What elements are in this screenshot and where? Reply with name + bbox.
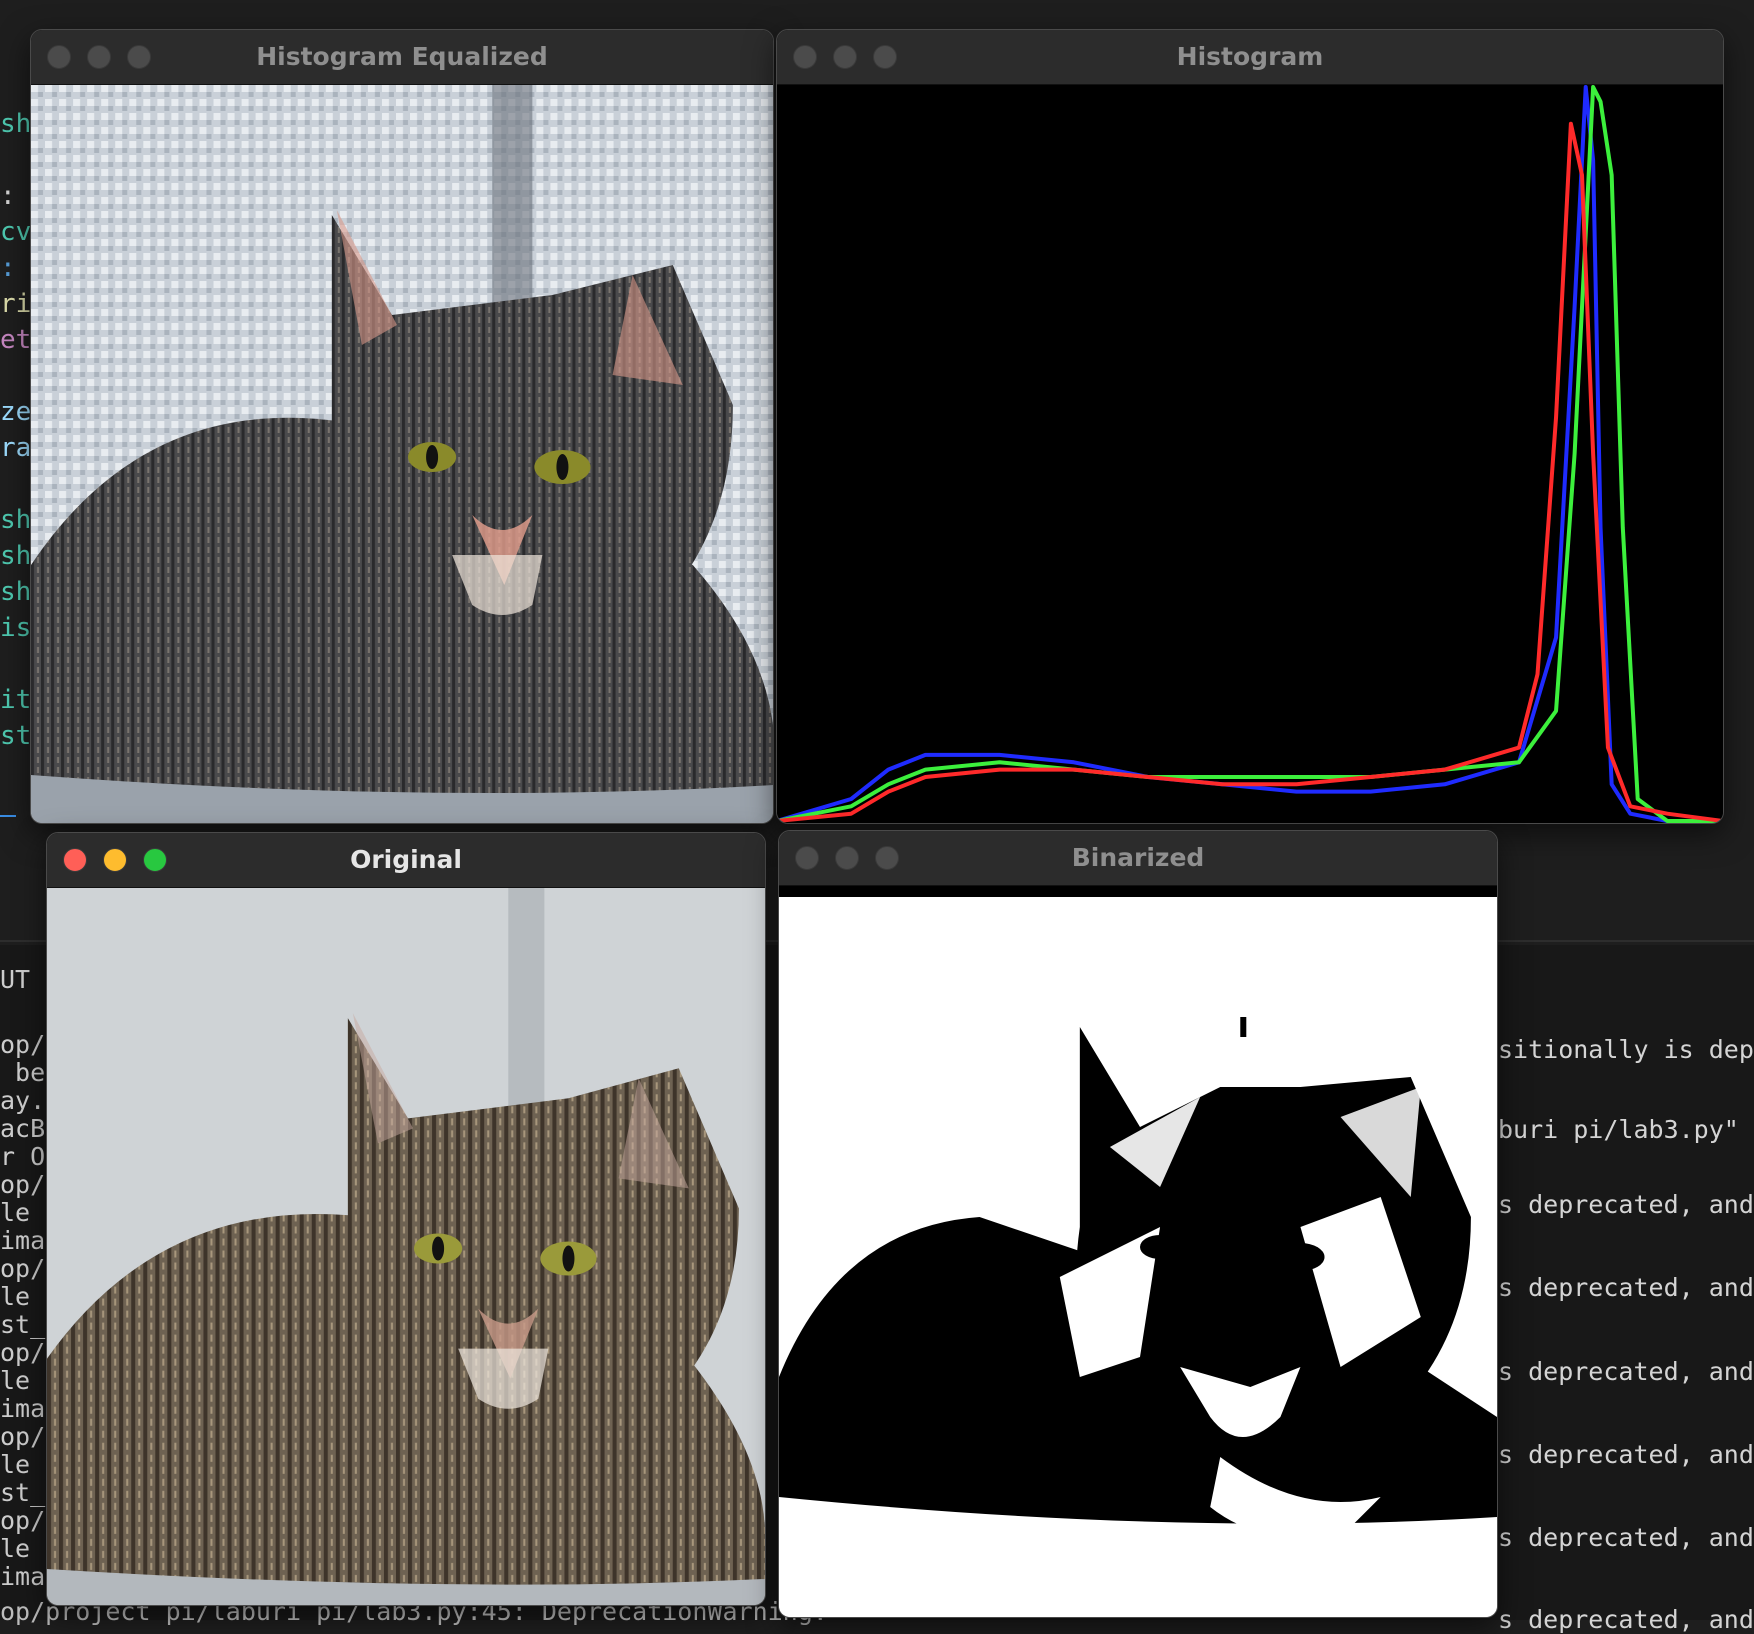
- histogram-chart: [777, 85, 1723, 823]
- window-title: Histogram: [1176, 42, 1324, 71]
- binarized-image: [779, 897, 1497, 1617]
- window-titlebar[interactable]: Histogram: [777, 30, 1723, 85]
- window-titlebar[interactable]: Binarized: [779, 831, 1497, 886]
- terminal-line-fragment: UT: [0, 965, 31, 994]
- window-original[interactable]: Original: [46, 832, 766, 1606]
- code-fragment: sh: [0, 577, 32, 607]
- code-fragment: it: [0, 685, 32, 715]
- terminal-right-fragment: s deprecated, and w: [1498, 1190, 1754, 1219]
- terminal-right-fragment: s deprecated, and w: [1498, 1273, 1754, 1302]
- terminal-right-fragment: sitionally is depre: [1498, 1035, 1754, 1064]
- code-fragment: ra: [0, 433, 32, 463]
- original-image: [47, 888, 765, 1605]
- terminal-right-fragment: buri pi/lab3.py": [1498, 1115, 1739, 1144]
- terminal-line-fragment: op/: [0, 1338, 46, 1367]
- code-fragment: cv: [0, 217, 32, 247]
- code-fragment: sh: [0, 505, 32, 535]
- code-fragment: st: [0, 721, 32, 751]
- window-binarized[interactable]: Binarized: [778, 830, 1498, 1618]
- terminal-right-fragment: s deprecated, and w: [1498, 1523, 1754, 1552]
- terminal-line-fragment: op/: [0, 1170, 46, 1199]
- window-title: Binarized: [1071, 843, 1205, 872]
- window-histogram[interactable]: Histogram: [776, 29, 1724, 824]
- code-fragment: is: [0, 613, 32, 643]
- code-fragment: sh: [0, 541, 32, 571]
- terminal-right-fragment: s deprecated, and w: [1498, 1357, 1754, 1386]
- terminal-right-fragment: s deprecated, and w: [1498, 1440, 1754, 1469]
- terminal-line-fragment: op/: [0, 1030, 46, 1059]
- window-titlebar[interactable]: Histogram Equalized: [31, 30, 773, 85]
- terminal-line-fragment: op/: [0, 1254, 46, 1283]
- equalized-image: [31, 85, 773, 823]
- terminal-line-fragment: op/: [0, 1506, 46, 1535]
- cursor-indicator: [0, 815, 16, 817]
- window-title: Histogram Equalized: [256, 42, 548, 71]
- code-fragment: sh: [0, 109, 32, 139]
- code-fragment: ze: [0, 397, 32, 427]
- window-histogram-equalized[interactable]: Histogram Equalized: [30, 29, 774, 824]
- window-title: Original: [350, 845, 462, 874]
- code-fragment: :: [0, 181, 16, 211]
- terminal-line-fragment: op/: [0, 1422, 46, 1451]
- histogram-series-red: [777, 121, 1723, 823]
- window-titlebar[interactable]: Original: [47, 833, 765, 888]
